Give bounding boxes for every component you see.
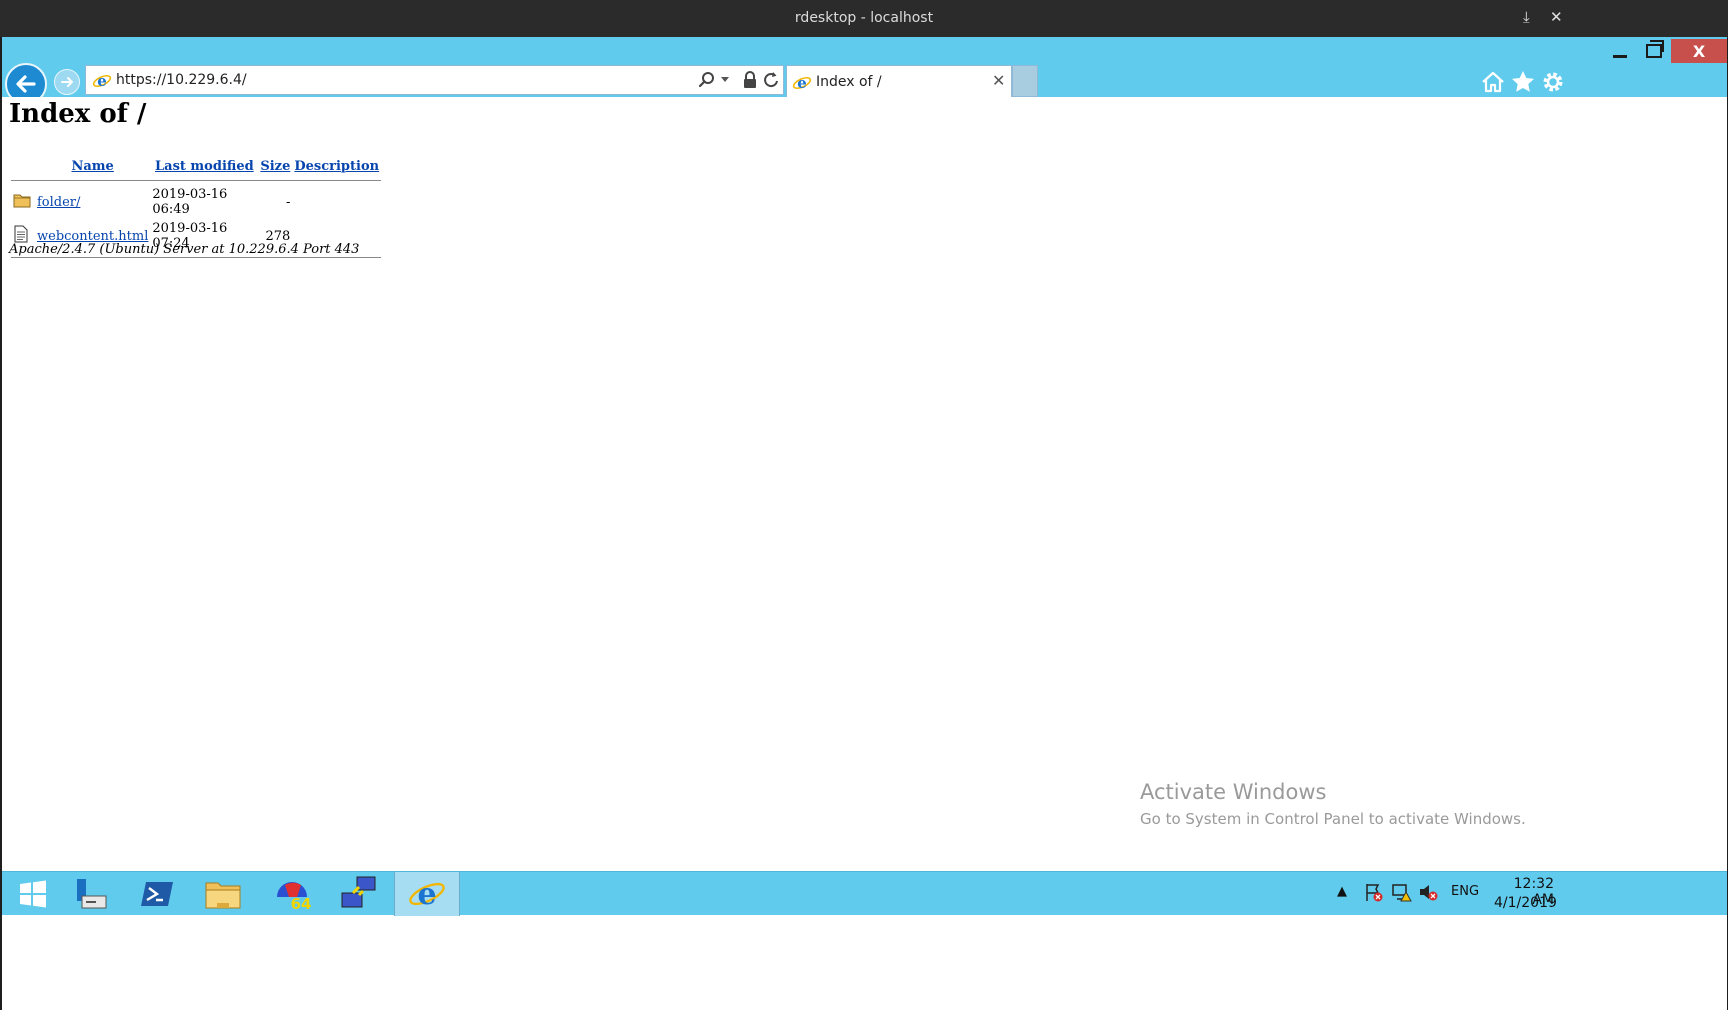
tab-index[interactable]: e Index of / ✕: [786, 65, 1012, 97]
svg-text:e: e: [417, 877, 436, 912]
ie-page-icon: e: [92, 72, 112, 90]
folder-link[interactable]: folder/: [37, 195, 80, 210]
back-arrow-icon: [16, 75, 36, 93]
action-center-flag-icon[interactable]: [1364, 882, 1384, 902]
file-explorer-icon: [205, 882, 241, 909]
icon-column-header: [11, 157, 35, 176]
svg-text:e: e: [97, 72, 107, 90]
sort-last-modified-link[interactable]: Last modified: [155, 159, 254, 174]
rdesktop-close-icon[interactable]: ✕: [1550, 8, 1563, 26]
search-icon[interactable]: [698, 71, 716, 89]
lock-icon[interactable]: [742, 71, 758, 89]
server-signature: Apache/2.4.7 (Ubuntu) Server at 10.229.6…: [9, 242, 360, 257]
watermark-title: Activate Windows: [1140, 780, 1327, 804]
ie-tab-icon: e: [792, 74, 812, 92]
powershell-button[interactable]: [126, 872, 188, 916]
svg-text:e: e: [797, 74, 807, 92]
download-icon[interactable]: ⤓: [1523, 8, 1530, 26]
page-title: Index of /: [9, 99, 147, 129]
activation-watermark: Activate Windows Go to System in Control…: [1140, 780, 1526, 828]
address-text[interactable]: https://10.229.6.4/: [116, 72, 247, 88]
gear-icon[interactable]: [1540, 69, 1566, 95]
internet-explorer-taskbar-button[interactable]: e: [394, 872, 460, 916]
taskbar: 64 e ▲ ENG 12:32 AM 4/1/2019: [2, 871, 1727, 916]
file-explorer-button[interactable]: [192, 872, 254, 916]
network-computer-icon: [341, 876, 376, 908]
chevron-down-icon[interactable]: [720, 76, 730, 84]
restore-button[interactable]: [1637, 39, 1671, 63]
home-icon[interactable]: [1480, 69, 1506, 95]
forward-button[interactable]: [54, 69, 80, 95]
forward-arrow-icon: [61, 77, 73, 87]
favorites-star-icon[interactable]: [1510, 69, 1536, 95]
minimize-button[interactable]: [1603, 39, 1637, 63]
table-row: folder/ 2019-03-16 06:49 -: [11, 185, 381, 219]
clock-date[interactable]: 4/1/2019: [1494, 895, 1557, 911]
start-button[interactable]: [2, 872, 64, 916]
tab-close-icon[interactable]: ✕: [992, 71, 1005, 90]
table-header-row: Name Last modified Size Description: [11, 157, 381, 176]
folder-icon: [13, 194, 31, 208]
server-manager-button[interactable]: [60, 872, 122, 916]
file-icon: [14, 225, 28, 243]
network-warning-icon[interactable]: [1391, 882, 1413, 902]
windows-logo-icon: [20, 880, 46, 908]
network-tool-button[interactable]: [328, 872, 390, 916]
folder-description: [292, 185, 381, 219]
rdesktop-title: rdesktop - localhost: [794, 10, 934, 26]
internet-explorer-icon: e: [409, 877, 445, 912]
server-manager-icon: [77, 879, 107, 909]
volume-muted-icon[interactable]: [1418, 882, 1438, 902]
input-language[interactable]: ENG: [1451, 884, 1479, 899]
rdesktop-titlebar: rdesktop - localhost ⤓ ✕: [0, 0, 1728, 37]
header-divider: [11, 176, 382, 185]
address-bar[interactable]: e https://10.229.6.4/: [85, 65, 784, 95]
folder-modified: 2019-03-16 06:49: [152, 187, 228, 217]
minimize-icon: [1613, 54, 1627, 58]
watermark-subtitle: Go to System in Control Panel to activat…: [1140, 810, 1526, 828]
refresh-icon[interactable]: [762, 70, 780, 90]
sort-name-link[interactable]: Name: [72, 159, 114, 174]
remote-screen: X e https://10.229.6.4/ e Index of / ✕ I…: [2, 37, 1727, 1010]
restore-icon: [1646, 40, 1664, 58]
show-hidden-icons-button[interactable]: ▲: [1337, 884, 1347, 899]
aida64-label: 64: [291, 895, 312, 913]
aida64-icon: 64: [277, 882, 312, 913]
powershell-icon: [141, 882, 173, 906]
aida64-button[interactable]: 64: [262, 872, 324, 916]
sort-size-link[interactable]: Size: [260, 159, 290, 174]
close-button[interactable]: X: [1671, 39, 1727, 63]
folder-size: -: [285, 194, 291, 210]
new-tab-button[interactable]: [1012, 65, 1038, 97]
tab-title: Index of /: [816, 74, 882, 90]
sort-description-link[interactable]: Description: [294, 159, 379, 174]
